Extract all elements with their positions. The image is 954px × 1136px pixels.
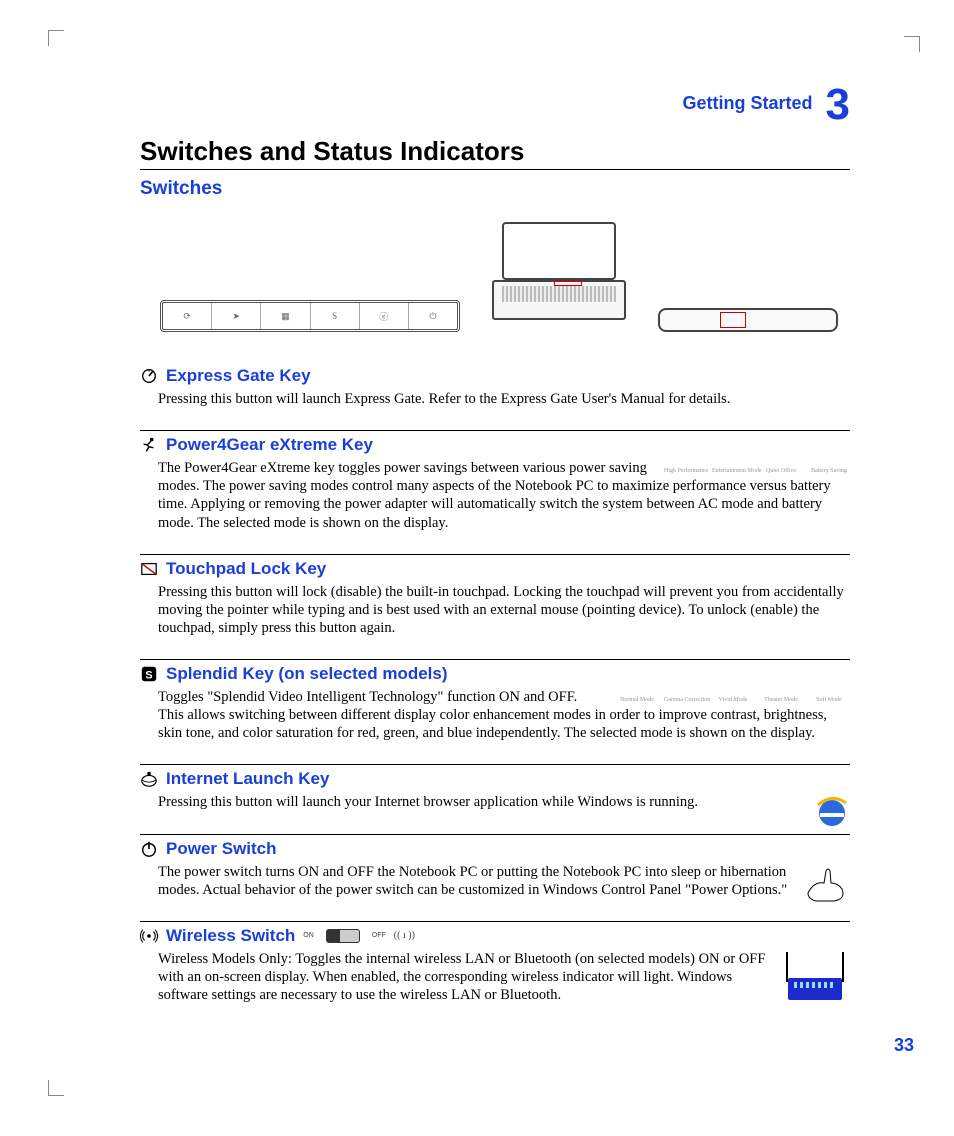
chapter-number: 3 [826,80,850,129]
svg-text:S: S [145,670,152,682]
switch-diagram-icon [326,929,360,943]
section-body: Normal Mode Gamma Correction Vivid Mode … [158,688,850,742]
page-number: 33 [894,1035,914,1056]
page-header: Getting Started 3 [140,80,850,130]
ie-logo-icon [814,793,850,829]
section-body: Pressing this button will lock (disable)… [158,583,850,637]
section-title: Power Switch [166,839,277,859]
section-body: Pressing this button will launch Express… [158,390,850,408]
section-splendid: S Splendid Key (on selected models) Norm… [140,659,850,742]
section-title: Wireless Switch [166,926,295,946]
section-wireless: Wireless Switch ON OFF (( ı )) Wireless … [140,921,850,1004]
button-panel-diagram: ⟳➤▦Sⓔ⏻ [160,300,460,332]
section-title: Internet Launch Key [166,769,329,789]
section-title: Express Gate Key [166,366,311,386]
splendid-modes: Normal Mode Gamma Correction Vivid Mode … [616,688,850,706]
section-title: Touchpad Lock Key [166,559,326,579]
section-touchpad-lock: Touchpad Lock Key Pressing this button w… [140,554,850,637]
power-icon [140,840,158,858]
breadcrumb: Getting Started [682,93,812,113]
antenna-icon: (( ı )) [394,930,415,941]
router-icon [780,950,850,1000]
section-express-gate: Express Gate Key Pressing this button wi… [140,362,850,408]
touchpad-lock-icon [140,560,158,578]
section-body: The power switch turns ON and OFF the No… [158,863,850,899]
wireless-icon [140,927,158,945]
page-content: Getting Started 3 Switches and Status In… [140,80,850,1004]
page-title: Switches and Status Indicators [140,136,850,170]
section-power-switch: Power Switch The power switch turns ON a… [140,834,850,899]
section-title: Power4Gear eXtreme Key [166,435,373,455]
hand-press-icon [804,863,850,903]
section-power4gear: Power4Gear eXtreme Key High Performance … [140,430,850,532]
express-gate-icon [140,367,158,385]
runner-icon [140,436,158,454]
off-label: OFF [372,932,386,939]
section-title: Splendid Key (on selected models) [166,664,448,684]
browser-icon [140,770,158,788]
section-body: Wireless Models Only: Toggles the intern… [158,950,850,1004]
power4gear-modes: High Performance Entertainment Mode Quie… [664,459,850,477]
page-subtitle: Switches [140,178,850,200]
laptop-side-diagram [658,308,838,332]
laptop-top-diagram [484,222,634,332]
section-body: Pressing this button will launch your In… [158,793,850,811]
section-body: High Performance Entertainment Mode Quie… [158,459,850,532]
on-label: ON [303,932,314,939]
hardware-diagrams: ⟳➤▦Sⓔ⏻ [160,212,850,332]
splendid-icon: S [140,665,158,683]
section-internet: Internet Launch Key Pressing this button… [140,764,850,811]
